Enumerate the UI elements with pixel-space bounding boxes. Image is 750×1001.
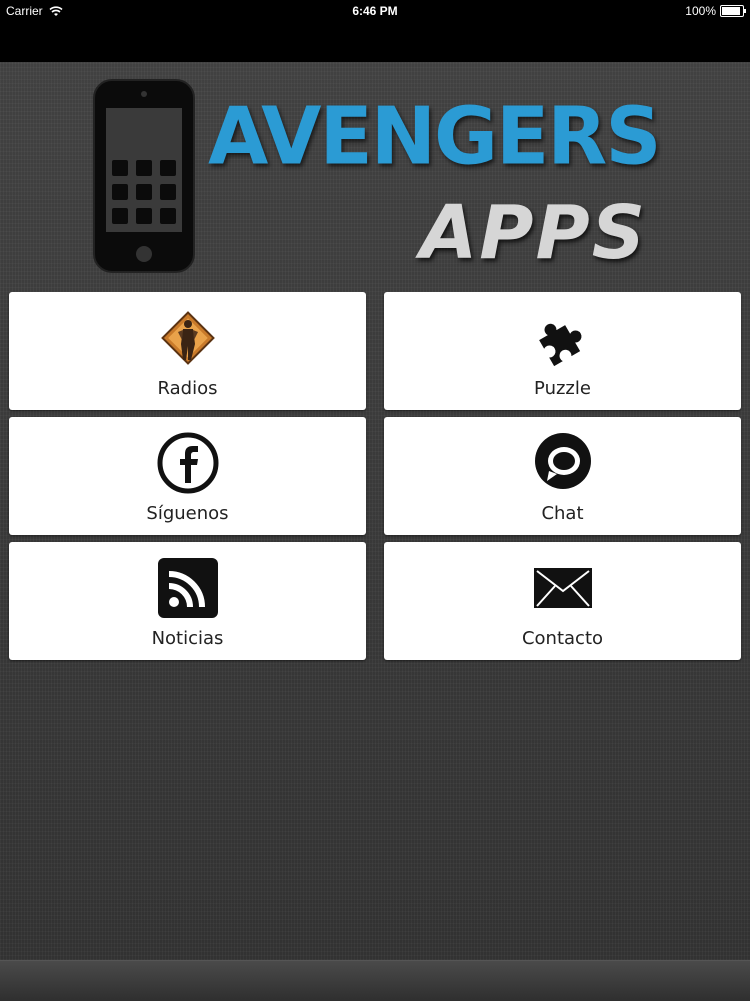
battery-percent: 100%: [685, 4, 716, 18]
menu-tile-contacto[interactable]: Contacto: [384, 542, 741, 660]
menu-label: Radios: [157, 378, 218, 399]
menu-tile-chat[interactable]: Chat: [384, 417, 741, 535]
avenger-figure-icon: [156, 306, 220, 370]
bottom-bar: [0, 960, 750, 1001]
rss-icon: [156, 556, 220, 620]
puzzle-piece-icon: [531, 306, 595, 370]
logo-title: AVENGERS: [208, 91, 662, 183]
phone-icon: [93, 79, 195, 273]
app-logo: AVENGERS APPS: [90, 72, 670, 282]
status-time: 6:46 PM: [352, 4, 398, 18]
menu-label: Contacto: [521, 628, 604, 649]
battery-fill: [722, 7, 740, 15]
menu-label: Chat: [541, 503, 584, 524]
menu-tile-siguenos[interactable]: Síguenos: [9, 417, 366, 535]
facebook-icon: [156, 431, 220, 495]
battery-icon: [720, 5, 746, 17]
menu-tile-puzzle[interactable]: Puzzle: [384, 292, 741, 410]
nav-bar: [0, 22, 750, 62]
menu-label: Noticias: [151, 628, 224, 649]
status-right: 100%: [685, 4, 746, 18]
menu-tile-radios[interactable]: Radios: [9, 292, 366, 410]
menu-tile-noticias[interactable]: Noticias: [9, 542, 366, 660]
menu-label: Síguenos: [146, 503, 229, 524]
menu-label: Puzzle: [534, 378, 591, 399]
chat-bubble-icon: [531, 431, 595, 495]
logo-subtitle: APPS: [420, 190, 648, 276]
envelope-icon: [531, 556, 595, 620]
status-bar: Carrier 6:46 PM 100%: [0, 0, 750, 22]
